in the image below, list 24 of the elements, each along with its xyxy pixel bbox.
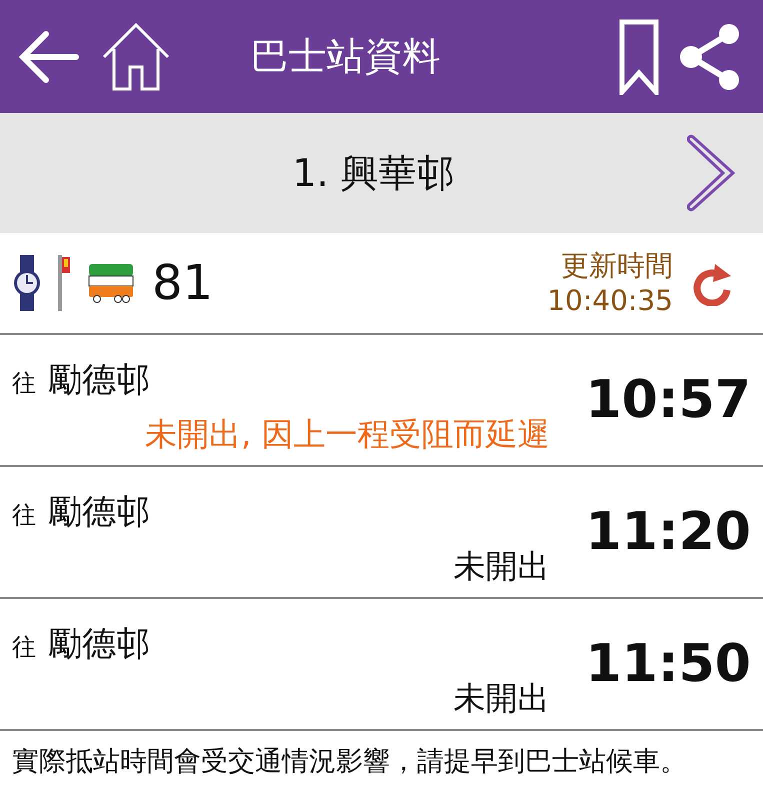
back-button[interactable] [18,28,80,84]
departure-time: 11:20 [585,502,751,562]
direction-prefix: 往 [12,500,36,531]
destination: 勵德邨 [48,359,150,402]
stop-name: 1. 興華邨 [291,150,456,196]
update-time: 10:40:35 [547,283,673,318]
route-number: 81 [152,255,214,311]
update-label: 更新時間 [561,248,673,283]
share-button[interactable] [679,22,741,92]
bookmark-button[interactable] [619,18,659,94]
departure-status: 未開出 [453,546,550,587]
app-title: 巴士站資料 [250,33,442,80]
watch-and-stop-icon [12,255,70,311]
departure-status: 未開出, 因上一程受阻而延遲 [145,414,550,455]
home-button[interactable] [100,20,172,92]
direction-prefix: 往 [12,632,36,663]
departure-time: 11:50 [585,634,751,694]
direction-prefix: 往 [12,368,36,399]
footer-note: 實際抵站時間會受交通情況影響，請提早到巴士站候車。 [11,745,688,779]
departure-time: 10:57 [585,370,751,430]
departure-status: 未開出 [453,678,550,719]
destination: 勵德邨 [48,623,150,666]
bus-icon [88,263,134,303]
destination: 勵德邨 [48,491,150,534]
